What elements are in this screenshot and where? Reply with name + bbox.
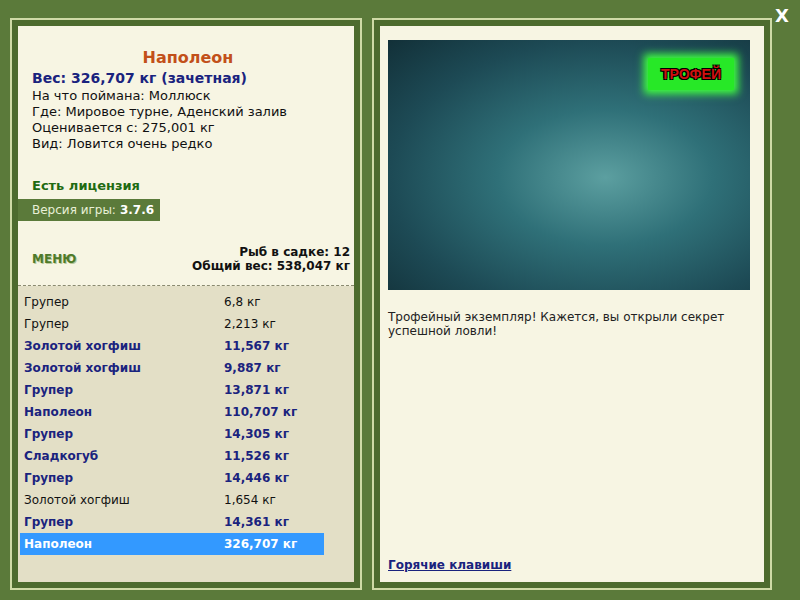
version-bar: Версия игры:3.7.6 [18, 199, 160, 221]
catch-name: Групер [24, 295, 224, 309]
fish-detail: На что поймана: Моллюск [32, 88, 344, 104]
catch-row[interactable]: Наполеон326,707 кг [20, 533, 324, 555]
catch-row[interactable]: Золотой хогфиш11,567 кг [20, 335, 324, 357]
catch-weight: 1,654 кг [224, 493, 276, 507]
stat-line: Общий вес: 538,047 кг [192, 259, 350, 273]
catch-weight: 2,213 кг [224, 317, 276, 331]
catch-weight: 326,707 кг [224, 537, 297, 551]
catch-weight: 14,361 кг [224, 515, 289, 529]
catch-name: Сладкогуб [24, 449, 224, 463]
catch-name: Золотой хогфиш [24, 339, 224, 353]
photo-panel-body: ТРОФЕЙ Трофейный экземпляр! Кажется, вы о… [380, 26, 764, 582]
catch-weight: 14,305 кг [224, 427, 289, 441]
info-panel-body: НаполеонВес: 326,707 кг (зачетная)На что… [18, 26, 354, 582]
catch-name: Групер [24, 471, 224, 485]
catch-list: Групер6,8 кгГрупер2,213 кгЗолотой хогфиш… [18, 286, 354, 582]
catch-weight: 14,446 кг [224, 471, 289, 485]
catch-name: Золотой хогфиш [24, 361, 224, 375]
fish-title: Наполеон [32, 48, 344, 68]
fish-detail: Вид: Ловится очень редко [32, 136, 344, 152]
hotkeys-link[interactable]: Горячие клавиши [388, 558, 756, 572]
catch-weight: 13,871 кг [224, 383, 289, 397]
catch-row[interactable]: Групер2,213 кг [20, 313, 324, 335]
catch-row[interactable]: Групер14,361 кг [20, 511, 324, 533]
catch-weight: 11,526 кг [224, 449, 289, 463]
fish-detail: Оценивается с: 275,001 кг [32, 120, 344, 136]
catch-name: Групер [24, 317, 224, 331]
catch-weight: 6,8 кг [224, 295, 260, 309]
catch-row[interactable]: Групер6,8 кг [20, 291, 324, 313]
catch-name: Наполеон [24, 405, 224, 419]
keepnet-stats: Рыб в садке: 12Общий вес: 538,047 кг [192, 245, 350, 273]
catch-weight: 110,707 кг [224, 405, 297, 419]
menu-button[interactable]: МЕНЮ [32, 252, 76, 266]
catch-name: Наполеон [24, 537, 224, 551]
stat-line: Рыб в садке: 12 [192, 245, 350, 259]
catch-weight: 11,567 кг [224, 339, 289, 353]
photo-panel: ТРОФЕЙ Трофейный экземпляр! Кажется, вы о… [372, 18, 772, 590]
catch-name: Групер [24, 515, 224, 529]
catch-window: XНаполеонВес: 326,707 кг (зачетная)На чт… [0, 0, 800, 600]
catch-name: Групер [24, 427, 224, 441]
fish-detail: Где: Мировое турне, Аденский залив [32, 104, 344, 120]
license-status: Есть лицензия [32, 178, 354, 194]
catch-row[interactable]: Наполеон110,707 кг [20, 401, 324, 423]
photo-caption: Трофейный экземпляр! Кажется, вы открыли… [388, 310, 756, 338]
menu-row: МЕНЮ Рыб в садке: 12Общий вес: 538,047 кг [18, 245, 354, 286]
catch-name: Групер [24, 383, 224, 397]
catch-row[interactable]: Групер14,446 кг [20, 467, 324, 489]
catch-name: Золотой хогфиш [24, 493, 224, 507]
fish-info: НаполеонВес: 326,707 кг (зачетная)На что… [18, 26, 354, 152]
catch-row[interactable]: Золотой хогфиш1,654 кг [20, 489, 324, 511]
catch-row[interactable]: Золотой хогфиш9,887 кг [20, 357, 324, 379]
catch-row[interactable]: Сладкогуб11,526 кг [20, 445, 324, 467]
info-panel: НаполеонВес: 326,707 кг (зачетная)На что… [10, 18, 362, 590]
trophy-badge: ТРОФЕЙ [648, 58, 734, 90]
version-value: 3.7.6 [120, 203, 154, 217]
catch-weight: 9,887 кг [224, 361, 281, 375]
catch-row[interactable]: Групер14,305 кг [20, 423, 324, 445]
fish-photo: ТРОФЕЙ [388, 40, 750, 290]
fish-weight: Вес: 326,707 кг (зачетная) [32, 68, 344, 88]
close-button[interactable]: X [773, 5, 791, 26]
catch-row[interactable]: Групер13,871 кг [20, 379, 324, 401]
